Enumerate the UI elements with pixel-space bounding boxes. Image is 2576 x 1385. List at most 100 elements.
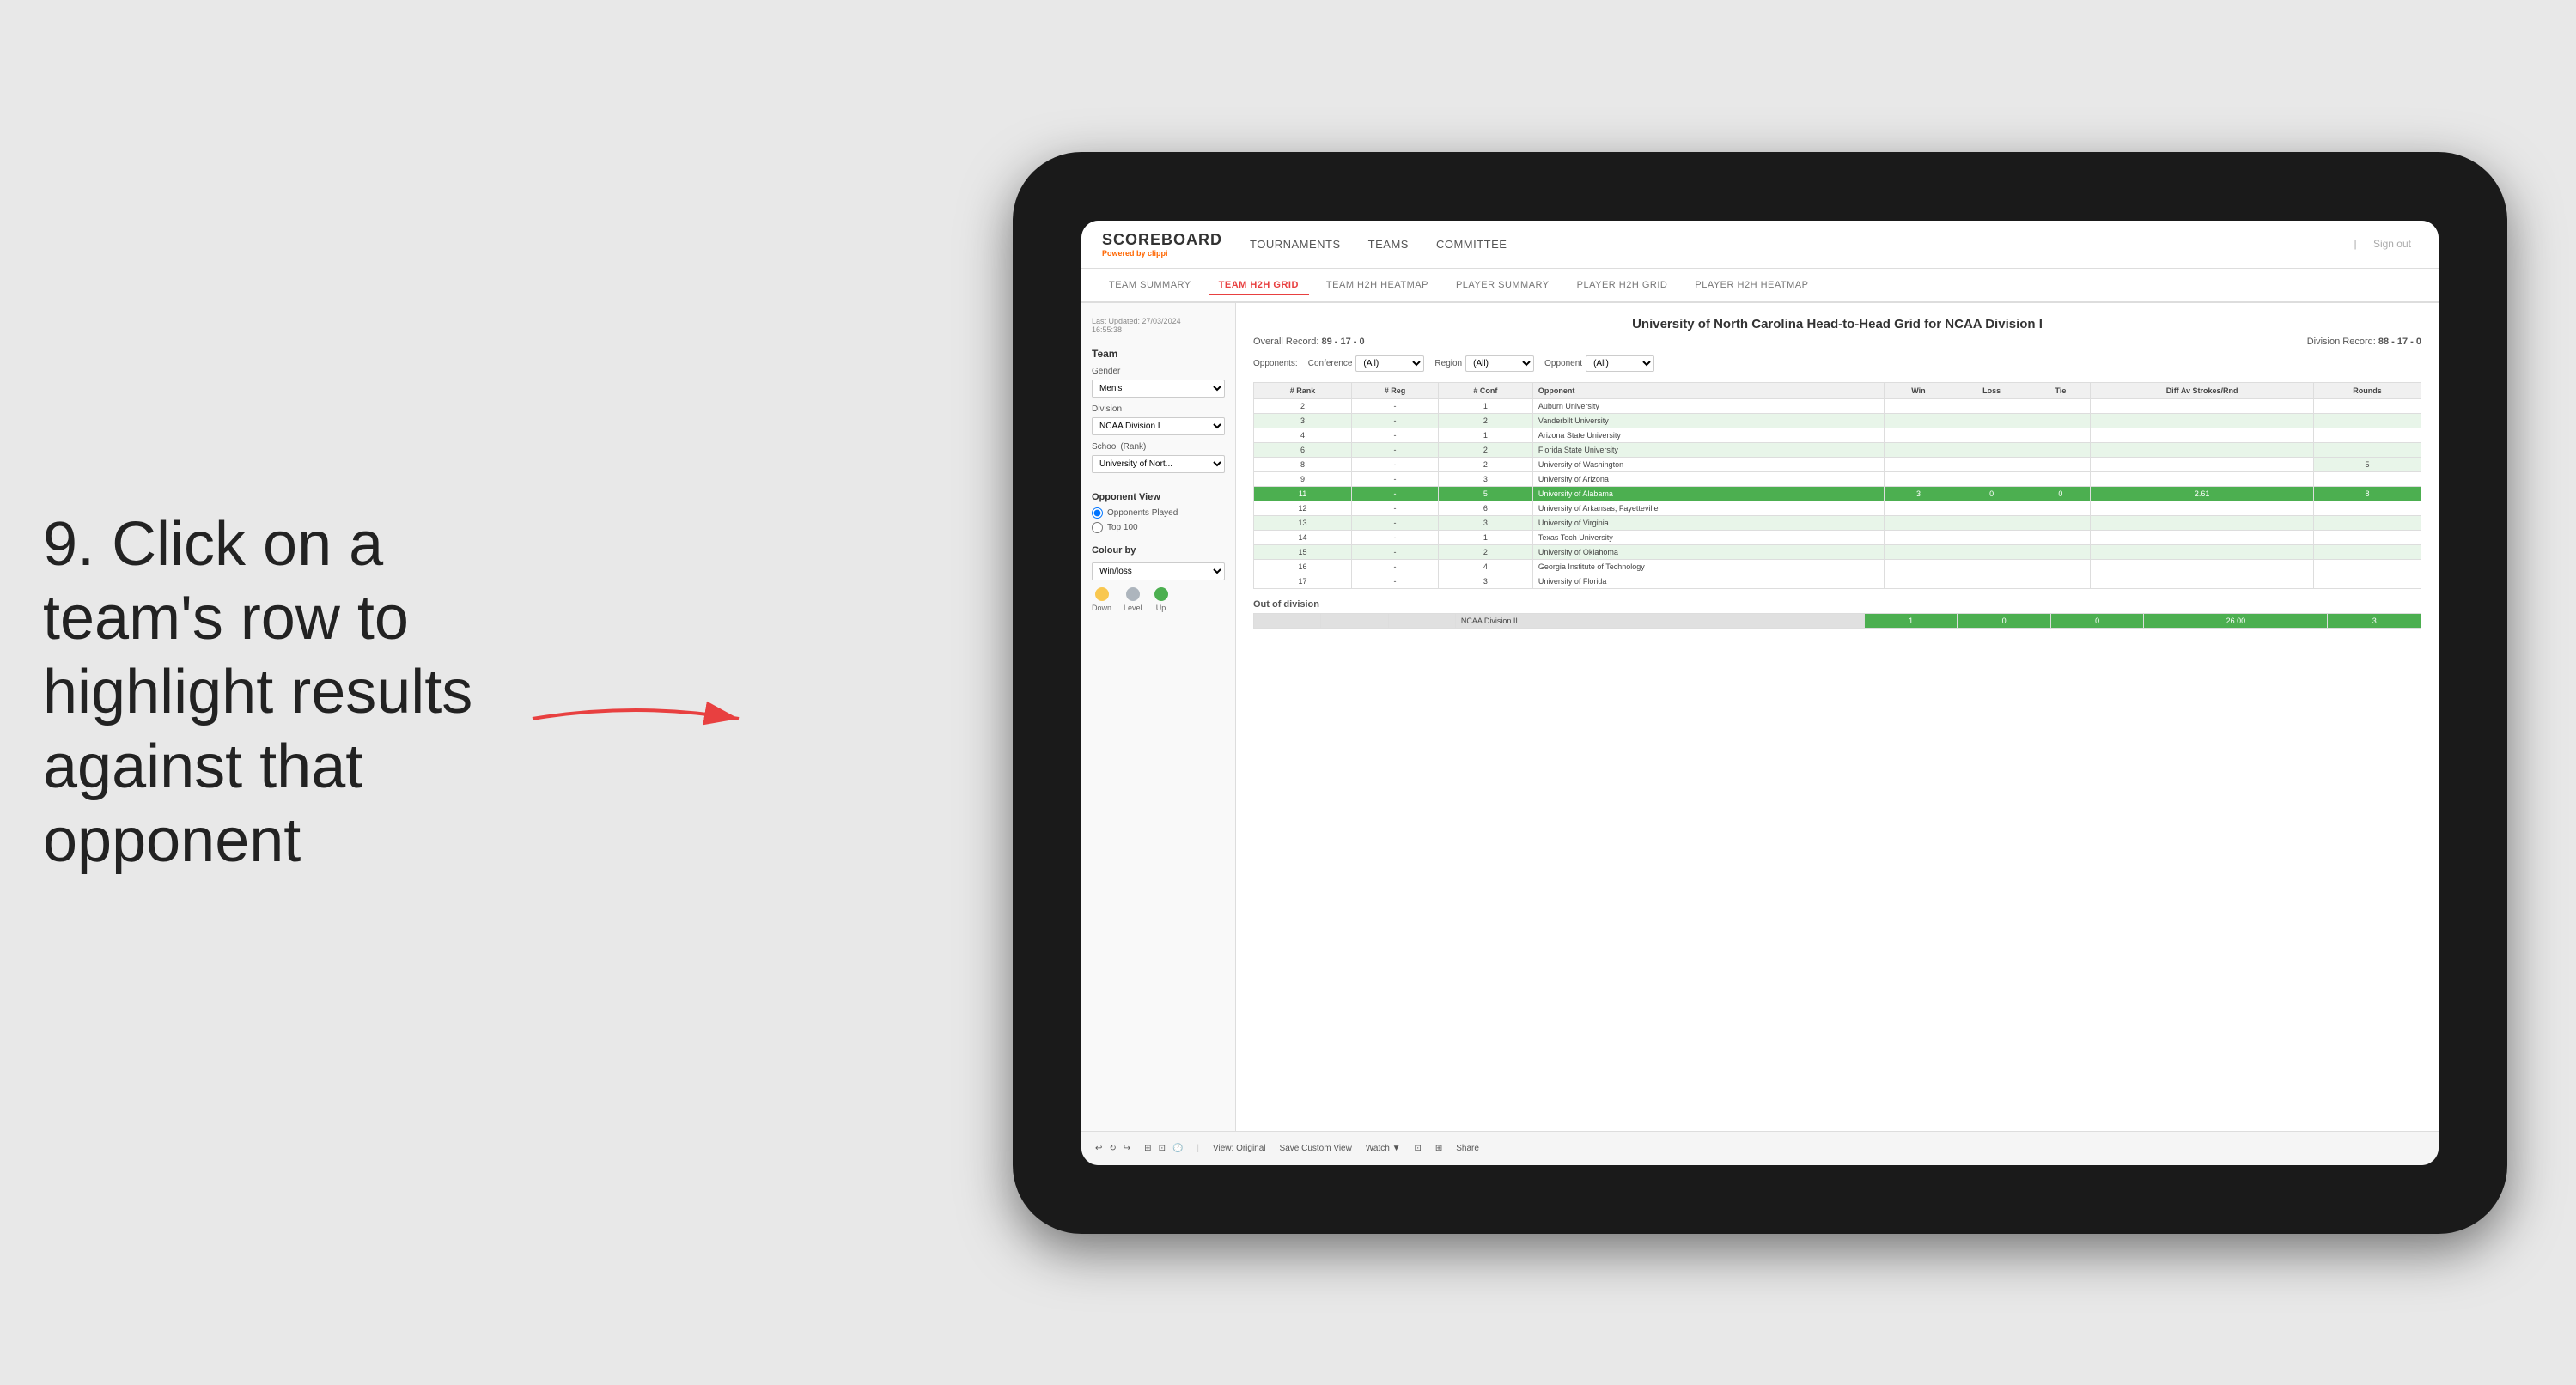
col-loss: Loss [1952,382,2031,398]
toolbar-undo2[interactable]: ↪ [1124,1144,1130,1153]
table-row[interactable]: 11 - 5 University of Alabama 3 0 0 2.61 … [1254,486,2421,501]
legend-level-icon [1126,587,1140,601]
arrow-container [507,684,764,757]
table-row[interactable]: 2 - 1 Auburn University [1254,398,2421,413]
bottom-toolbar: ↩ ↻ ↪ ⊞ ⊡ 🕐 | View: Original Save Custom… [1081,1131,2439,1165]
col-opponent: Opponent [1532,382,1885,398]
nav-tournaments[interactable]: TOURNAMENTS [1250,234,1341,254]
conference-select[interactable]: (All) [1355,355,1424,372]
legend-up-icon [1154,587,1168,601]
sign-out-link[interactable]: Sign out [2373,238,2411,250]
logo-area: SCOREBOARD Powered by clippi [1102,231,1222,258]
table-row[interactable]: 9 - 3 University of Arizona [1254,471,2421,486]
legend-up-label: Up [1156,604,1166,612]
opponent-filter: Opponent (All) [1544,355,1654,372]
school-select[interactable]: University of Nort... [1092,455,1225,473]
toolbar-clock[interactable]: 🕐 [1172,1144,1183,1153]
col-tie: Tie [2031,382,2090,398]
arrow-svg [507,684,764,753]
tablet-device: SCOREBOARD Powered by clippi TOURNAMENTS… [1013,152,2507,1234]
table-row[interactable]: 8 - 2 University of Washington 5 [1254,457,2421,471]
toolbar-icon2[interactable]: ⊞ [1435,1144,1442,1153]
table-row[interactable]: 13 - 3 University of Virginia [1254,515,2421,530]
ood-diff: 26.00 [2144,613,2328,628]
legend-up: Up [1154,587,1168,612]
top-nav: SCOREBOARD Powered by clippi TOURNAMENTS… [1081,221,2439,269]
ood-loss: 0 [1958,613,2051,628]
radio-top100[interactable]: Top 100 [1092,522,1225,533]
toolbar-redo[interactable]: ↻ [1109,1144,1116,1153]
col-diff: Diff Av Strokes/Rnd [2091,382,2314,398]
instruction-text: Click on a team's row to highlight resul… [43,510,472,876]
toolbar-sep: | [1197,1144,1199,1153]
nav-teams[interactable]: TEAMS [1368,234,1409,254]
school-label: School (Rank) [1092,442,1225,452]
col-reg: # Reg [1352,382,1439,398]
instruction-block: 9. Click on a team's row to highlight re… [43,507,490,878]
tab-team-h2h-grid[interactable]: TEAM H2H GRID [1209,276,1309,295]
table-row-ood[interactable]: NCAA Division II 1 0 0 26.00 3 [1254,613,2421,628]
grid-header: University of North Carolina Head-to-Hea… [1253,317,2421,372]
sidebar: Last Updated: 27/03/2024 16:55:38 Team G… [1081,303,1236,1131]
table-row[interactable]: 17 - 3 University of Florida [1254,574,2421,588]
opponents-label: Opponents: [1253,359,1298,368]
table-row[interactable]: 16 - 4 Georgia Institute of Technology [1254,559,2421,574]
toolbar-paste[interactable]: ⊡ [1159,1144,1166,1153]
out-of-division-label: Out of division [1253,599,2421,610]
table-row[interactable]: 3 - 2 Vanderbilt University [1254,413,2421,428]
tablet-screen: SCOREBOARD Powered by clippi TOURNAMENTS… [1081,221,2439,1165]
ood-rounds: 3 [2328,613,2421,628]
grid-records: Overall Record: 89 - 17 - 0 Division Rec… [1253,337,2421,347]
sub-nav: TEAM SUMMARY TEAM H2H GRID TEAM H2H HEAT… [1081,269,2439,303]
toolbar-undo[interactable]: ↩ [1095,1144,1102,1153]
table-row[interactable]: 4 - 1 Arizona State University [1254,428,2421,442]
overall-record: Overall Record: 89 - 17 - 0 [1253,337,1365,347]
opponent-select[interactable]: (All) [1586,355,1654,372]
division-record: Division Record: 88 - 17 - 0 [2307,337,2421,347]
table-row[interactable]: 6 - 2 Florida State University [1254,442,2421,457]
table-row[interactable]: 14 - 1 Texas Tech University [1254,530,2421,544]
legend-down: Down [1092,587,1111,612]
division-select[interactable]: NCAA Division I [1092,417,1225,435]
col-rounds: Rounds [2314,382,2421,398]
toolbar-share[interactable]: Share [1456,1144,1479,1153]
toolbar-watch[interactable]: Watch ▼ [1366,1144,1401,1153]
toolbar-icon1[interactable]: ⊡ [1414,1144,1421,1153]
scene: 9. Click on a team's row to highlight re… [0,0,2576,1385]
nav-committee[interactable]: COMMITTEE [1436,234,1507,254]
gender-select[interactable]: Men's Women's [1092,380,1225,398]
tab-player-summary[interactable]: PLAYER SUMMARY [1446,276,1560,294]
col-rank: # Rank [1254,382,1352,398]
radio-group-opponent-view: Opponents Played Top 100 [1092,507,1225,533]
toolbar-view-original[interactable]: View: Original [1213,1144,1266,1153]
toolbar-view-group: ⊞ ⊡ 🕐 [1144,1144,1183,1153]
legend-down-icon [1095,587,1109,601]
toolbar-copy[interactable]: ⊞ [1144,1144,1151,1153]
region-filter: Region (All) [1434,355,1534,372]
grid-area: University of North Carolina Head-to-Hea… [1236,303,2439,1131]
out-of-division-table: NCAA Division II 1 0 0 26.00 3 [1253,613,2421,629]
table-row[interactable]: 15 - 2 University of Oklahoma [1254,544,2421,559]
colour-by-title: Colour by [1092,545,1225,556]
sidebar-timestamp: Last Updated: 27/03/2024 16:55:38 [1092,317,1225,334]
region-select[interactable]: (All) [1465,355,1534,372]
radio-opponents-played[interactable]: Opponents Played [1092,507,1225,519]
legend-level-label: Level [1124,604,1142,612]
conference-filter: Conference (All) [1308,355,1425,372]
col-conf: # Conf [1438,382,1532,398]
ood-win: 1 [1864,613,1958,628]
tab-team-h2h-heatmap[interactable]: TEAM H2H HEATMAP [1316,276,1439,294]
ood-label: NCAA Division II [1455,613,1864,628]
tab-team-summary[interactable]: TEAM SUMMARY [1099,276,1202,294]
table-row[interactable]: 12 - 6 University of Arkansas, Fayettevi… [1254,501,2421,515]
tab-player-h2h-grid[interactable]: PLAYER H2H GRID [1567,276,1678,294]
legend-level: Level [1124,587,1142,612]
instruction-step: 9. [43,510,94,579]
tab-player-h2h-heatmap[interactable]: PLAYER H2H HEATMAP [1684,276,1818,294]
colour-by-select[interactable]: Win/loss [1092,562,1225,580]
opponent-view-title: Opponent View [1092,492,1225,502]
legend-down-label: Down [1092,604,1111,612]
grid-title: University of North Carolina Head-to-Hea… [1253,317,2421,331]
toolbar-save-custom[interactable]: Save Custom View [1280,1144,1352,1153]
division-label: Division [1092,404,1225,414]
